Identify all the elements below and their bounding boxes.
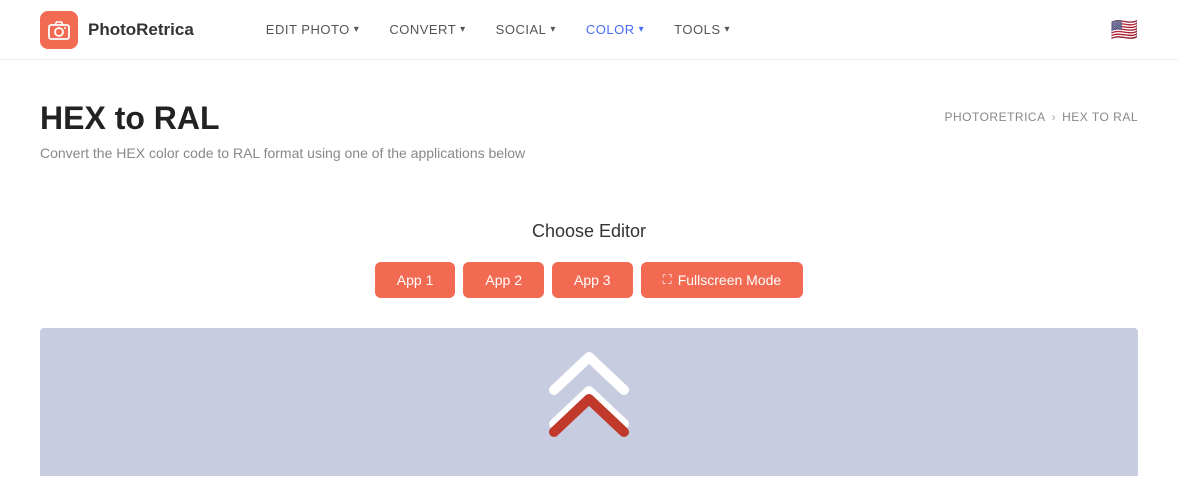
chevron-down-icon: ▾	[354, 24, 360, 35]
choose-editor-section: Choose Editor App 1 App 2 App 3 ⛶ Fullsc…	[40, 201, 1138, 328]
choose-editor-title: Choose Editor	[40, 221, 1138, 242]
preview-area	[40, 328, 1138, 476]
breadcrumb-current: HEX TO RAL	[1062, 110, 1138, 124]
page-header: HEX to RAL PHOTORETRICA › HEX TO RAL	[40, 100, 1138, 137]
breadcrumb: PHOTORETRICA › HEX TO RAL	[944, 100, 1138, 124]
nav-edit-photo[interactable]: EDIT PHOTO ▾	[254, 14, 372, 45]
nav-social[interactable]: SOCIAL ▾	[484, 14, 568, 45]
logo-icon	[40, 11, 78, 49]
chevron-down-icon: ▾	[639, 24, 645, 35]
app3-button[interactable]: App 3	[552, 262, 633, 298]
logo[interactable]: PhotoRetrica	[40, 11, 194, 49]
fullscreen-button[interactable]: ⛶ Fullscreen Mode	[641, 262, 804, 298]
main-nav: EDIT PHOTO ▾ CONVERT ▾ SOCIAL ▾ COLOR ▾ …	[254, 14, 1138, 45]
logo-text: PhotoRetrica	[88, 20, 194, 40]
main-content: HEX to RAL PHOTORETRICA › HEX TO RAL Con…	[0, 60, 1178, 476]
nav-tools[interactable]: TOOLS ▾	[662, 14, 742, 45]
header: PhotoRetrica EDIT PHOTO ▾ CONVERT ▾ SOCI…	[0, 0, 1178, 60]
nav-color[interactable]: COLOR ▾	[574, 14, 656, 45]
chevrons-graphic	[544, 342, 634, 462]
editor-buttons: App 1 App 2 App 3 ⛶ Fullscreen Mode	[40, 262, 1138, 298]
chevron-down-icon: ▾	[460, 24, 466, 35]
fullscreen-icon: ⛶	[663, 272, 672, 288]
nav-convert[interactable]: CONVERT ▾	[377, 14, 477, 45]
breadcrumb-home: PHOTORETRICA	[944, 110, 1045, 124]
app1-button[interactable]: App 1	[375, 262, 456, 298]
page-subtitle: Convert the HEX color code to RAL format…	[40, 145, 1138, 161]
breadcrumb-separator: ›	[1052, 110, 1057, 124]
app2-button[interactable]: App 2	[463, 262, 544, 298]
language-flag[interactable]: 🇺🇸	[1111, 17, 1138, 43]
chevron-down-icon: ▾	[550, 24, 556, 35]
page-title: HEX to RAL	[40, 100, 220, 137]
chevron-down-icon: ▾	[725, 24, 731, 35]
